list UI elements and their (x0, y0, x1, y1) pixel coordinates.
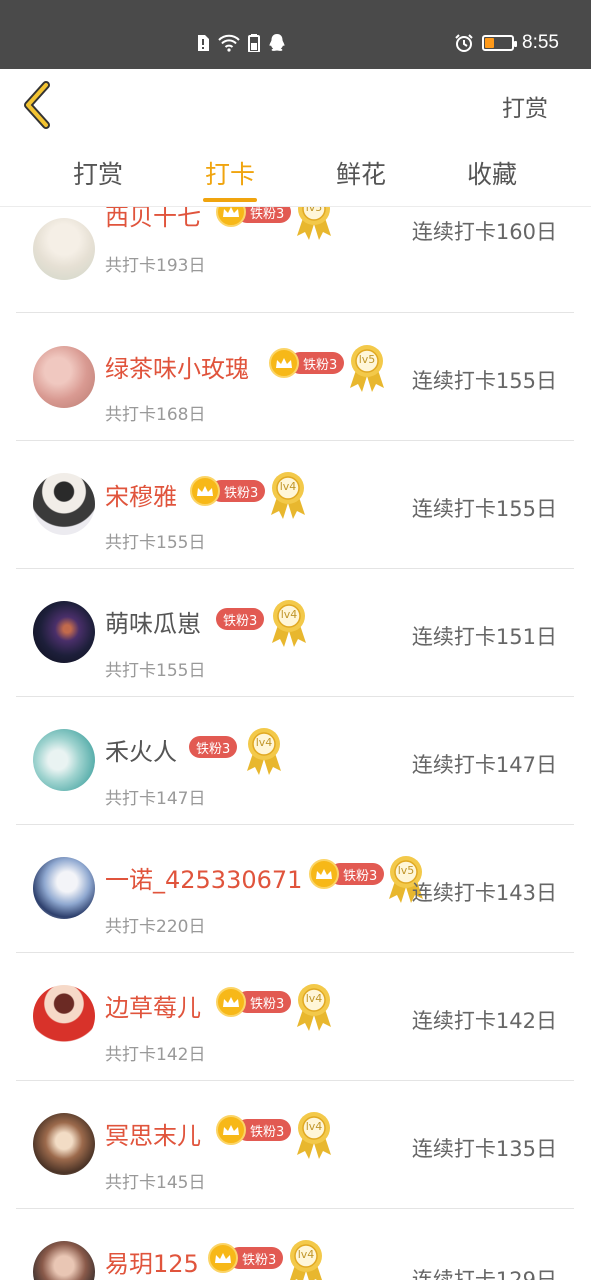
fan-level-label: 铁粉3 (216, 608, 265, 630)
level-medal-icon (350, 345, 384, 392)
user-name[interactable]: 冥思末儿 (105, 1116, 201, 1151)
fan-badge: 铁粉3 (190, 476, 266, 506)
battery-icon (482, 35, 518, 51)
fan-badge: 铁粉3 (189, 735, 238, 759)
avatar[interactable] (33, 729, 95, 791)
crown-icon (269, 348, 299, 378)
checkin-list[interactable]: 西贝十七 铁粉3 lv5 共打卡193日 连续打卡160日 绿茶味小玫瑰 铁粉3… (0, 207, 591, 1280)
alarm-icon (455, 34, 473, 52)
list-item[interactable]: 冥思末儿 铁粉3 lv4 共打卡145日 连续打卡135日 (16, 1081, 574, 1209)
avatar[interactable] (33, 218, 95, 280)
list-item[interactable]: 一诺_425330671 铁粉3 lv5 共打卡220日 连续打卡143日 (16, 825, 574, 953)
fan-level-label: 铁粉3 (189, 736, 238, 758)
streak-count: 连续打卡160日 (411, 220, 557, 244)
avatar[interactable] (33, 1113, 95, 1175)
user-name[interactable]: 边草莓儿 (105, 988, 201, 1023)
header: 打赏 (0, 69, 591, 141)
avatar[interactable] (33, 601, 95, 663)
status-right: 8:55 (454, 32, 559, 54)
medal-level-label: lv4 (305, 992, 323, 1005)
user-name[interactable]: 易玥125 (105, 1244, 199, 1279)
fan-badge: 铁粉3 (309, 859, 385, 889)
tab-favorites[interactable]: 收藏 (432, 155, 552, 191)
crown-icon (190, 476, 220, 506)
medal-level-label: lv5 (305, 207, 323, 214)
user-name[interactable]: 禾火人 (105, 732, 177, 767)
avatar[interactable] (33, 857, 95, 919)
crown-icon (208, 1243, 238, 1273)
user-name[interactable]: 绿茶味小玫瑰 (105, 349, 249, 384)
streak-count: 连续打卡129日 (411, 1268, 557, 1280)
list-item[interactable]: 萌味瓜崽 铁粉3 lv4 共打卡155日 连续打卡151日 (16, 569, 574, 697)
streak-count: 连续打卡142日 (411, 1009, 557, 1033)
medal-level-label: lv4 (255, 736, 273, 749)
total-checkins: 共打卡142日 (105, 1045, 206, 1065)
streak-count: 连续打卡151日 (411, 625, 557, 649)
total-checkins: 共打卡155日 (105, 661, 206, 681)
list-item[interactable]: 绿茶味小玫瑰 铁粉3 lv5 共打卡168日 连续打卡155日 (16, 313, 574, 441)
list-item[interactable]: 宋穆雅 铁粉3 lv4 共打卡155日 连续打卡155日 (16, 441, 574, 569)
crown-icon (216, 1115, 246, 1145)
medal-level-label: lv5 (397, 864, 415, 877)
list-item[interactable]: 易玥125 铁粉3 lv4 连续打卡129日 (16, 1209, 574, 1280)
fan-badge: 铁粉3 (216, 987, 292, 1017)
level-medal-icon (297, 1112, 331, 1159)
avatar[interactable] (33, 1241, 95, 1280)
avatar[interactable] (33, 473, 95, 535)
total-checkins: 共打卡168日 (105, 405, 206, 425)
streak-count: 连续打卡147日 (411, 753, 557, 777)
tab-flowers[interactable]: 鲜花 (301, 155, 421, 191)
reward-action-button[interactable]: 打赏 (502, 89, 548, 123)
user-name[interactable]: 西贝十七 (105, 207, 201, 232)
total-checkins: 共打卡147日 (105, 789, 206, 809)
medal-level-label: lv4 (279, 480, 297, 493)
fan-badge: 铁粉3 (216, 1115, 292, 1145)
avatar[interactable] (33, 985, 95, 1047)
crown-icon (216, 987, 246, 1017)
streak-count: 连续打卡155日 (411, 369, 557, 393)
fan-badge: 铁粉3 (216, 607, 265, 631)
crown-icon (309, 859, 339, 889)
medal-level-label: lv5 (358, 353, 376, 366)
fan-badge: 铁粉3 (208, 1243, 284, 1273)
total-checkins: 共打卡155日 (105, 533, 206, 553)
tab-bar: 打赏 打卡 鲜花 收藏 (0, 141, 591, 207)
qq-icon (269, 34, 285, 51)
medal-level-label: lv4 (305, 1120, 323, 1133)
level-medal-icon (272, 600, 306, 647)
streak-count: 连续打卡135日 (411, 1137, 557, 1161)
level-medal-icon (247, 728, 281, 775)
list-item[interactable]: 禾火人 铁粉3 lv4 共打卡147日 连续打卡147日 (16, 697, 574, 825)
medal-level-label: lv4 (297, 1248, 315, 1261)
list-item[interactable]: 西贝十七 铁粉3 lv5 共打卡193日 连续打卡160日 (16, 207, 574, 313)
crown-icon (216, 207, 246, 227)
chevron-left-icon (24, 81, 50, 129)
clock: 8:55 (522, 32, 559, 53)
total-checkins: 共打卡193日 (105, 256, 206, 276)
total-checkins: 共打卡145日 (105, 1173, 206, 1193)
tab-checkin[interactable]: 打卡 (170, 155, 290, 191)
streak-count: 连续打卡143日 (411, 881, 557, 905)
status-icons (196, 32, 286, 54)
streak-count: 连续打卡155日 (411, 497, 557, 521)
avatar[interactable] (33, 346, 95, 408)
fan-badge: 铁粉3 (269, 348, 345, 378)
level-medal-icon (297, 984, 331, 1031)
sim-alert-icon (198, 35, 209, 51)
medal-level-label: lv4 (280, 608, 298, 621)
active-tab-indicator (203, 198, 257, 202)
tab-reward[interactable]: 打赏 (38, 155, 158, 191)
user-name[interactable]: 宋穆雅 (105, 477, 177, 512)
user-name[interactable]: 一诺_425330671 (105, 860, 302, 895)
fan-badge: 铁粉3 (216, 207, 292, 227)
list-item[interactable]: 边草莓儿 铁粉3 lv4 共打卡142日 连续打卡142日 (16, 953, 574, 1081)
sim-battery-icon (248, 34, 260, 52)
user-name[interactable]: 萌味瓜崽 (105, 604, 201, 639)
back-button[interactable] (18, 79, 62, 131)
level-medal-icon (271, 472, 305, 519)
status-bar: 8:55 (0, 0, 591, 69)
wifi-icon (218, 34, 240, 52)
total-checkins: 共打卡220日 (105, 917, 206, 937)
